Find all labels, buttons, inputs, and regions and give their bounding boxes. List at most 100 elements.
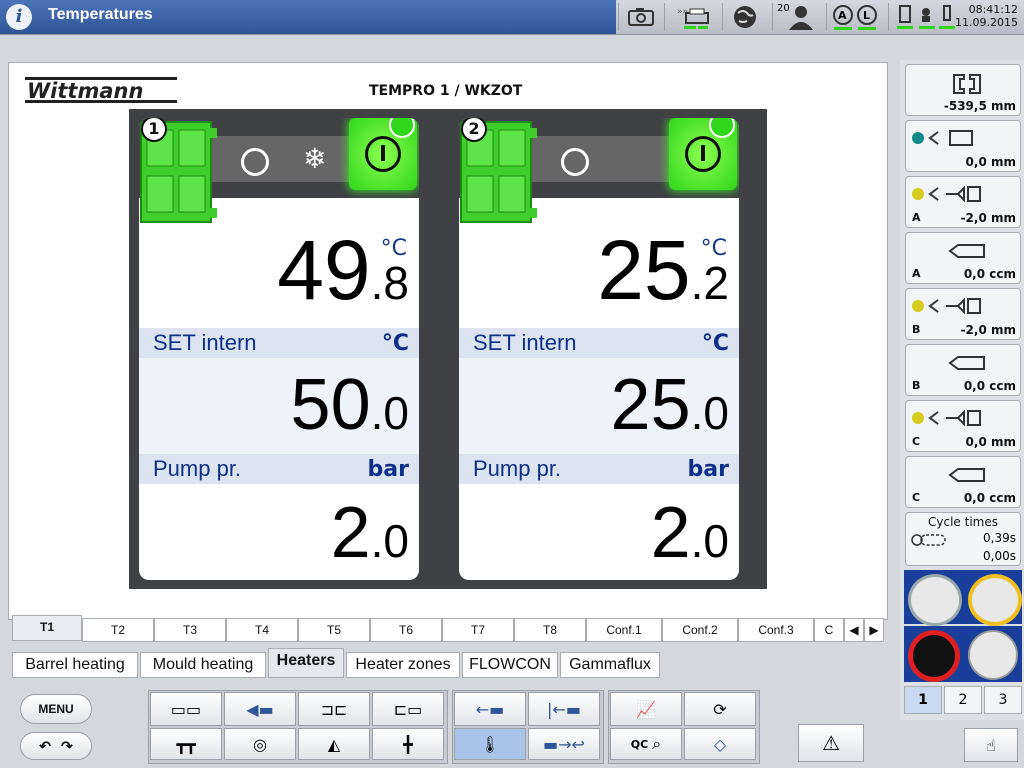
printer-icon[interactable]: »» — [664, 3, 721, 31]
mould-icon: ▭▭ — [170, 699, 202, 719]
injection-a-volume-value: 0,0 ccm — [963, 267, 1016, 281]
actual-temperature: 49.8 — [277, 223, 409, 317]
pump-icon[interactable] — [241, 148, 269, 176]
quality-control-button[interactable]: QC ⌕ — [610, 728, 682, 760]
mould-nav-button[interactable]: ▭▭ — [150, 692, 222, 726]
manual-mode-button[interactable] — [908, 574, 962, 626]
pump-header: Pump pr. bar — [459, 454, 739, 484]
robot-nav-button[interactable]: ◎ — [224, 728, 296, 760]
graphics-button[interactable]: 📈 — [610, 692, 682, 726]
alarm-status-icon[interactable]: AL — [826, 3, 887, 31]
tab-conf3[interactable]: Conf.3 — [738, 618, 814, 642]
tab-flowcon[interactable]: FLOWCON — [462, 652, 558, 678]
hot-runner-icon: ◭ — [327, 734, 341, 754]
injection-a-position-button[interactable]: A -2,0 mm — [905, 176, 1021, 228]
injection-speed-button[interactable]: ←▬ — [454, 692, 526, 726]
mould-close-nav-button[interactable]: ⊐⊏ — [298, 692, 370, 726]
robot-icon: ◎ — [253, 734, 267, 754]
setup-mode-button[interactable] — [968, 574, 1022, 626]
injection-speed-icon: ←▬ — [475, 699, 505, 719]
sidebar-page-1[interactable]: 1 — [904, 686, 942, 714]
set-temperature[interactable]: 50.0 — [291, 364, 409, 446]
injection-c-position-button[interactable]: C 0,0 mm — [905, 400, 1021, 452]
power-icon — [365, 136, 401, 172]
set-label: SET intern — [473, 330, 577, 355]
tab-t7[interactable]: T7 — [442, 618, 514, 642]
tab-scroll-left[interactable]: ◀ — [844, 618, 864, 642]
svg-text:Wittmann: Wittmann — [27, 79, 143, 103]
ejector-nav-button[interactable]: ⊏▭ — [372, 692, 444, 726]
tab-t6[interactable]: T6 — [370, 618, 442, 642]
injection-c-value: 0,0 mm — [965, 435, 1016, 449]
user-icon[interactable]: 20 — [772, 3, 825, 31]
tab-barrel-heating[interactable]: Barrel heating — [12, 652, 138, 678]
set-temperature[interactable]: 25.0 — [611, 364, 729, 446]
injection-b-volume-value: 0,0 ccm — [963, 379, 1016, 393]
tab-t2[interactable]: T2 — [82, 618, 154, 642]
info-icon[interactable]: i — [6, 4, 32, 30]
undo-icon: ↶ — [39, 737, 51, 754]
injection-b-volume-label: B — [912, 379, 921, 392]
tab-conf2[interactable]: Conf.2 — [662, 618, 738, 642]
pump-pressure: 2.0 — [650, 493, 729, 573]
mode-panel-top — [904, 570, 1022, 626]
dosing-button[interactable]: ▬→↩ — [528, 728, 600, 760]
undo-redo-button[interactable]: ↶ ↷ — [20, 732, 92, 760]
user-counter: 20 — [777, 3, 790, 14]
injection-b-position-button[interactable]: B -2,0 mm — [905, 288, 1021, 340]
cores-nav-button[interactable]: ┳┳ — [150, 728, 222, 760]
motor-off-button[interactable] — [908, 630, 960, 682]
cycle-times-button[interactable]: Cycle times 0,39s 0,00s — [905, 512, 1021, 566]
nozzle-nav-button[interactable]: ◭ — [298, 728, 370, 760]
tab-gammaflux[interactable]: Gammaflux — [560, 652, 660, 678]
tab-mould-heating[interactable]: Mould heating — [140, 652, 266, 678]
touch-button[interactable]: ☝ — [964, 728, 1018, 762]
ejector-button[interactable]: 0,0 mm — [905, 120, 1021, 172]
tab-t5[interactable]: T5 — [298, 618, 370, 642]
injection-a-volume-button[interactable]: A 0,0 ccm — [905, 232, 1021, 284]
tab-conf1[interactable]: Conf.1 — [586, 618, 662, 642]
mode-panel-bottom — [904, 626, 1022, 682]
wittmann-logo: Wittmann — [25, 77, 177, 103]
tab-heater-zones[interactable]: Heater zones — [346, 652, 460, 678]
cooling-icon[interactable]: ❄ — [303, 142, 326, 175]
diamond-icon: ◇ — [713, 734, 727, 754]
tab-t1[interactable]: T1 — [12, 615, 82, 641]
alarm-button[interactable]: ⚠ — [798, 724, 864, 762]
sidebar-page-2[interactable]: 2 — [944, 686, 982, 714]
pump-unit: bar — [687, 457, 729, 482]
holding-pressure-button[interactable]: |←▬ — [528, 692, 600, 726]
tab-t3[interactable]: T3 — [154, 618, 226, 642]
tab-c[interactable]: C — [814, 618, 844, 642]
sidebar-page-3[interactable]: 3 — [984, 686, 1022, 714]
cycle-time-1: 0,39s — [983, 531, 1016, 545]
tab-t4[interactable]: T4 — [226, 618, 298, 642]
pump-icon[interactable] — [561, 148, 589, 176]
tab-scroll-right[interactable]: ▶ — [864, 618, 884, 642]
globe-icon[interactable] — [722, 3, 767, 31]
injection-nav-button[interactable]: ◀▬ — [224, 692, 296, 726]
cores-icon: ┳┳ — [176, 734, 196, 754]
temperature-button[interactable]: 🌡 — [454, 728, 526, 760]
pump-label: Pump pr. — [153, 456, 242, 481]
injection-a-volume-label: A — [912, 267, 921, 280]
set-unit: °C — [381, 331, 409, 356]
pump-header: Pump pr. bar — [139, 454, 419, 484]
camera-icon[interactable] — [618, 3, 663, 31]
magnifier-icon: ⌕ — [652, 734, 662, 753]
set-header: SET intern °C — [459, 328, 739, 358]
mould-position-button[interactable]: -539,5 mm — [905, 64, 1021, 116]
core-pull-icon: ╋ — [403, 734, 413, 754]
cycle-button[interactable]: ⟳ — [684, 692, 756, 726]
core-pull-nav-button[interactable]: ╋ — [372, 728, 444, 760]
menu-button[interactable]: MENU — [20, 694, 92, 724]
pump-unit: bar — [367, 457, 409, 482]
injection-c-volume-button[interactable]: C 0,0 ccm — [905, 456, 1021, 508]
tab-heaters[interactable]: Heaters — [268, 648, 344, 678]
motor-on-button[interactable] — [968, 630, 1018, 680]
thermometer-icon: 🌡 — [479, 734, 501, 754]
injection-c-volume-value: 0,0 ccm — [963, 491, 1016, 505]
injection-b-volume-button[interactable]: B 0,0 ccm — [905, 344, 1021, 396]
tab-t8[interactable]: T8 — [514, 618, 586, 642]
navigation-button[interactable]: ◇ — [684, 728, 756, 760]
